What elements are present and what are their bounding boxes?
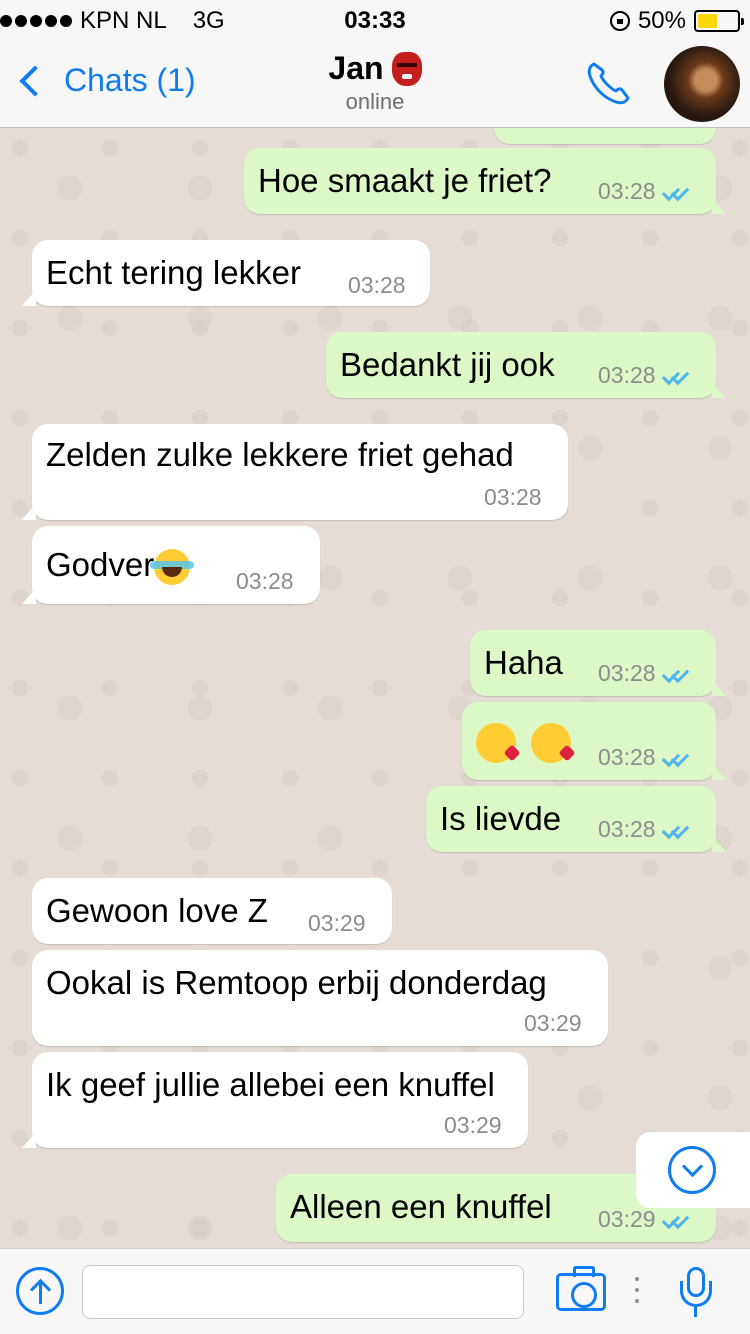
separator-dots-icon: [634, 1277, 640, 1307]
input-bar: [0, 1248, 750, 1334]
kissing-heart-icon: [531, 723, 576, 764]
message-text: Is lievde: [440, 800, 562, 837]
kissing-heart-icon: [476, 723, 521, 764]
message-time: 03:28: [598, 178, 690, 205]
status-right: 50%: [609, 7, 744, 35]
battery-fill: [698, 14, 717, 28]
rotation-lock-icon: [609, 11, 630, 31]
message-text: Ik geef jullie allebei een knuffel: [46, 1066, 495, 1103]
chat-header: Chats (1) Jan online: [0, 40, 750, 128]
message-bubble-incoming[interactable]: Zelden zulke lekkere friet gehad 03:28: [22, 424, 568, 520]
message-text: Ookal is Remtoop erbij donderdag: [46, 964, 547, 1001]
message-bubble-incoming[interactable]: Ik geef jullie allebei een knuffel 03:29: [22, 1052, 528, 1148]
message-text: Echt tering lekker: [46, 254, 301, 291]
message-bubble-outgoing[interactable]: Haha 03:28: [470, 630, 726, 696]
japanese-ogre-icon: [391, 51, 422, 86]
message-time: 03:28: [598, 744, 690, 771]
avatar[interactable]: [664, 46, 740, 122]
chevron-down-icon: [668, 1146, 716, 1194]
message-time: 03:28: [598, 816, 690, 843]
laughing-tears-icon: [150, 549, 195, 586]
message-bubble-incoming[interactable]: Ookal is Remtoop erbij donderdag 03:29: [32, 950, 608, 1046]
message-bubble-outgoing[interactable]: Hoe smaakt je friet? 03:28: [244, 148, 726, 214]
message-time: 03:29: [598, 1206, 690, 1233]
read-ticks-icon: [660, 184, 690, 200]
battery-icon: [694, 10, 744, 32]
message-bubble-incoming[interactable]: Gewoon love Z 03:29: [32, 878, 392, 944]
message-bubble-outgoing[interactable]: Bedankt jij ook 03:28: [326, 332, 726, 398]
camera-button[interactable]: [556, 1266, 606, 1311]
battery-percent: 50%: [637, 7, 686, 34]
contact-name: Jan: [328, 50, 384, 86]
message-time: 03:29: [524, 1010, 582, 1036]
message-text: Godver: [46, 546, 195, 586]
message-list[interactable]: Hoe smaakt je friet? 03:28 Echt tering l…: [0, 128, 750, 1248]
status-bar: KPN NL 3G 03:33 50%: [0, 0, 750, 40]
read-ticks-icon: [660, 750, 690, 766]
message-time: 03:28: [598, 660, 690, 687]
read-ticks-icon: [660, 666, 690, 682]
message-text: Hoe smaakt je friet?: [258, 162, 552, 199]
call-button[interactable]: [584, 58, 634, 108]
message-bubble-incoming[interactable]: Godver 03:28: [22, 526, 320, 604]
message-time: 03:28: [348, 272, 406, 298]
read-ticks-icon: [660, 822, 690, 838]
phone-icon: [587, 62, 630, 105]
contact-info[interactable]: Jan online: [0, 50, 750, 115]
message-text: Bedankt jij ook: [340, 346, 555, 383]
read-ticks-icon: [660, 1212, 690, 1228]
message-text: Zelden zulke lekkere friet gehad: [46, 436, 514, 473]
message-time: 03:28: [236, 568, 294, 594]
message-time: 03:28: [598, 362, 690, 389]
message-time: 03:29: [444, 1112, 502, 1138]
message-time: 03:28: [484, 484, 542, 510]
message-bubble-partial: [494, 128, 716, 144]
read-ticks-icon: [660, 368, 690, 384]
message-time: 03:29: [308, 910, 366, 936]
message-text: Gewoon love Z: [46, 892, 268, 929]
message-text: Haha: [484, 644, 563, 681]
message-input[interactable]: [82, 1265, 524, 1319]
message-bubble-outgoing[interactable]: Is lievde 03:28: [426, 786, 726, 852]
contact-title: Jan: [328, 50, 422, 87]
message-bubble-incoming[interactable]: Echt tering lekker 03:28: [22, 240, 430, 306]
scroll-to-bottom-button[interactable]: [636, 1132, 750, 1208]
share-button[interactable]: [16, 1267, 64, 1315]
message-text: Alleen een knuffel: [290, 1188, 552, 1225]
microphone-button[interactable]: [678, 1267, 714, 1319]
message-bubble-outgoing[interactable]: 03:28: [462, 702, 726, 780]
message-emoji: [476, 722, 576, 764]
contact-status: online: [345, 89, 405, 114]
